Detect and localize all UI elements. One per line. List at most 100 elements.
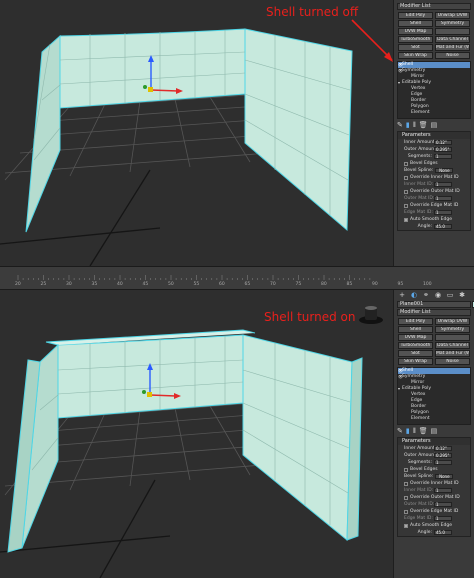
param-label: Bevel Edges (410, 467, 438, 472)
param-label: Bevel Spline: (404, 168, 434, 173)
param-label: Angle: (417, 530, 432, 535)
modifier-button[interactable]: Slot (398, 350, 433, 357)
parameters-rollout: Parameters Inner Amount: 0.12" Outer Amou… (397, 437, 471, 537)
edge-mat-spinner[interactable]: 1 (434, 516, 452, 521)
bevel-spline-button[interactable]: None (435, 474, 454, 479)
modifier-button[interactable]: Skin Wrap (398, 52, 433, 59)
override-edge-checkbox[interactable] (404, 509, 408, 514)
parameters-rollout: Parameters Inner Amount: 0.12" Outer Amou… (397, 131, 471, 231)
rollout-header[interactable]: Parameters (398, 132, 470, 139)
modifier-button[interactable]: UVW Map (398, 28, 433, 35)
hierarchy-tab-icon[interactable]: ⚭ (421, 291, 431, 299)
stack-item[interactable]: Element (398, 110, 470, 116)
override-inner-checkbox[interactable] (404, 175, 408, 180)
param-label: Override Inner Mat ID (410, 175, 459, 180)
ruler-tick-label: 30 (66, 281, 72, 285)
modifier-button[interactable]: Slot (398, 44, 433, 51)
ruler-tick-label: 90 (372, 281, 378, 285)
configure-sets-icon[interactable]: ▤ (431, 121, 438, 129)
modifier-button[interactable]: Mat and Fur (WSM) (435, 44, 470, 51)
override-edge-checkbox[interactable] (404, 203, 408, 208)
modifier-button[interactable]: TurboSmooth (398, 342, 433, 349)
modifier-button[interactable]: TurboSmooth (398, 36, 433, 43)
modifier-button[interactable] (435, 28, 470, 35)
angle-spinner[interactable]: 45.0 (434, 530, 452, 535)
display-tab-icon[interactable]: ▭ (445, 291, 455, 299)
modifier-button[interactable]: Noise (435, 52, 470, 59)
edge-mat-spinner[interactable]: 1 (434, 210, 452, 215)
stack-item[interactable]: Element (398, 416, 470, 422)
modifier-button[interactable]: Shell (398, 326, 433, 333)
modifier-buttons: Edit Poly Unwrap UVW Shell Symmetry UVW … (398, 318, 470, 365)
param-label: Bevel Edges (410, 161, 438, 166)
command-panel: + ◐ ⚭ ◉ ▭ ✱ Plane001 Modifier List Edit … (393, 290, 474, 578)
stack-toolbar: ✎ ▮ ⫴ 🗑 ▤ (397, 427, 471, 436)
ruler-tick-label: 80 (321, 281, 327, 285)
object-name-field[interactable]: Plane001 (397, 301, 474, 308)
inner-mat-spinner[interactable]: 1 (434, 182, 452, 187)
perspective-viewport[interactable]: Shell turned on (0, 290, 393, 578)
timeline-ruler[interactable]: 20 25 30 35 40 45 50 55 60 65 70 75 80 85 90 95 100 (0, 275, 474, 285)
param-label: Outer Mat ID: (404, 502, 435, 507)
modifier-button[interactable]: Unwrap UVW (435, 318, 470, 325)
modifier-button[interactable]: Data Channel (435, 36, 470, 43)
modifier-button[interactable]: Shell (398, 20, 433, 27)
make-unique-icon[interactable]: ⫴ (413, 427, 416, 436)
outer-mat-spinner[interactable]: 1 (434, 196, 452, 201)
angle-spinner[interactable]: 45.0 (434, 224, 452, 229)
utilities-tab-icon[interactable]: ✱ (457, 291, 467, 299)
pin-stack-icon[interactable]: ✎ (397, 427, 403, 435)
show-end-result-icon[interactable]: ▮ (406, 121, 410, 129)
modify-tab-icon[interactable]: ◐ (409, 291, 419, 299)
param-label: Outer Mat ID: (404, 196, 435, 201)
modifier-list-dropdown[interactable]: Modifier List (397, 3, 471, 10)
auto-smooth-checkbox[interactable] (404, 217, 408, 222)
segments-spinner[interactable]: 1 (434, 154, 452, 159)
perspective-viewport[interactable]: Shell turned off (0, 0, 393, 266)
modifier-button[interactable]: Edit Poly (398, 12, 433, 19)
outer-amount-spinner[interactable]: 0.295" (434, 147, 452, 152)
param-label: Inner Amount: (404, 446, 437, 451)
outer-amount-spinner[interactable]: 0.295" (434, 453, 452, 458)
modifier-button[interactable]: Mat and Fur (WSM) (435, 350, 470, 357)
modifier-button[interactable]: Data Channel (435, 342, 470, 349)
ruler-tick-label: 100 (423, 281, 432, 285)
override-inner-checkbox[interactable] (404, 481, 408, 486)
viewport-scene (0, 19, 393, 266)
configure-sets-icon[interactable]: ▤ (431, 427, 438, 435)
override-outer-checkbox[interactable] (404, 495, 408, 500)
bevel-edges-checkbox[interactable] (404, 467, 408, 472)
modifier-button[interactable] (435, 334, 470, 341)
motion-tab-icon[interactable]: ◉ (433, 291, 443, 299)
outer-mat-spinner[interactable]: 1 (434, 502, 452, 507)
viewport-panel-shell-off: Shell turned off Modifier List Edit Poly… (0, 0, 474, 266)
bevel-spline-button[interactable]: None (435, 168, 454, 173)
create-tab-icon[interactable]: + (397, 291, 407, 299)
inner-amount-spinner[interactable]: 0.12" (434, 140, 452, 145)
pin-stack-icon[interactable]: ✎ (397, 121, 403, 129)
remove-modifier-icon[interactable]: 🗑 (419, 121, 428, 129)
modifier-button[interactable]: Skin Wrap (398, 358, 433, 365)
override-outer-checkbox[interactable] (404, 189, 408, 194)
param-label: Inner Amount: (404, 140, 437, 145)
inner-mat-spinner[interactable]: 1 (434, 488, 452, 493)
modifier-button[interactable]: Noise (435, 358, 470, 365)
auto-smooth-checkbox[interactable] (404, 523, 408, 528)
logo-icon (356, 304, 386, 326)
remove-modifier-icon[interactable]: 🗑 (419, 427, 428, 435)
timeline-strip[interactable]: 20 25 30 35 40 45 50 55 60 65 70 75 80 85 90 95 100 (0, 266, 474, 290)
annotation-label: Shell turned off (266, 5, 359, 19)
param-label: Outer Amount: (404, 147, 438, 152)
modifier-button[interactable]: Symmetry (435, 326, 470, 333)
modifier-button[interactable]: Edit Poly (398, 318, 433, 325)
rollout-header[interactable]: Parameters (398, 438, 470, 445)
show-end-result-icon[interactable]: ▮ (406, 427, 410, 435)
inner-amount-spinner[interactable]: 0.12" (434, 446, 452, 451)
modifier-button[interactable]: Unwrap UVW (435, 12, 470, 19)
modifier-button[interactable]: UVW Map (398, 334, 433, 341)
modifier-button[interactable]: Symmetry (435, 20, 470, 27)
segments-spinner[interactable]: 1 (434, 460, 452, 465)
make-unique-icon[interactable]: ⫴ (413, 121, 416, 130)
modifier-list-dropdown[interactable]: Modifier List (397, 309, 471, 316)
bevel-edges-checkbox[interactable] (404, 161, 408, 166)
